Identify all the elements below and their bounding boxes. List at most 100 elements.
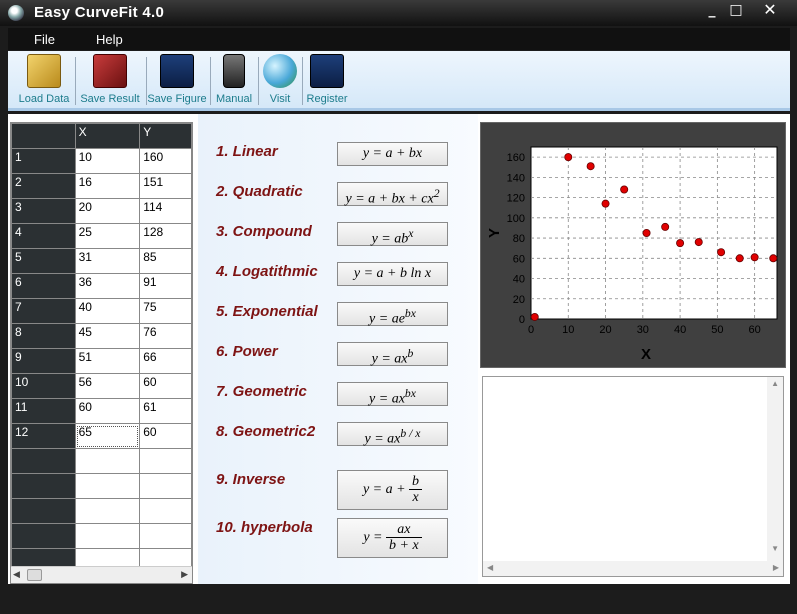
x-cell[interactable]: 20 (74, 198, 141, 224)
results-horizontal-scrollbar[interactable]: ◀ ▶ (483, 561, 783, 576)
y-cell[interactable]: 151 (139, 173, 192, 199)
formula-exponent: 2 (433, 187, 440, 200)
row-header[interactable]: 6 (11, 273, 76, 299)
formula-exponent: x (408, 227, 414, 240)
row-header[interactable]: 7 (11, 298, 76, 324)
x-cell[interactable]: 31 (74, 248, 141, 274)
row-header[interactable]: 11 (11, 398, 76, 424)
row-header[interactable] (11, 473, 76, 499)
minimize-button[interactable]: _ (700, 2, 724, 20)
compound-formula-button[interactable]: y = abx (337, 222, 448, 247)
x-cell[interactable]: 36 (74, 273, 141, 299)
linear-formula-button[interactable]: y = a + bx (337, 142, 448, 166)
table-row: 6 36 91 (11, 273, 192, 299)
row-header[interactable]: 9 (11, 348, 76, 374)
title-bar: Easy CurveFit 4.0 _ □ ✕ (0, 0, 797, 26)
row-header[interactable]: 12 (11, 423, 76, 449)
y-cell[interactable]: 160 (139, 148, 192, 174)
row-header[interactable]: 10 (11, 373, 76, 399)
row-header[interactable]: 1 (11, 148, 76, 174)
table-row: 7 40 75 (11, 298, 192, 324)
load-data-button[interactable]: Load Data (14, 54, 74, 105)
y-cell[interactable] (139, 498, 192, 524)
x-cell[interactable]: 56 (74, 373, 141, 399)
scroll-left-icon[interactable]: ◀ (487, 563, 493, 572)
model-label-power: 6. Power (216, 343, 278, 360)
y-cell[interactable] (139, 523, 192, 549)
row-header[interactable]: 8 (11, 323, 76, 349)
x-cell[interactable]: 40 (74, 298, 141, 324)
geometric2-formula-button[interactable]: y = axb / x (337, 422, 448, 447)
y-cell[interactable]: 61 (139, 398, 192, 424)
vertical-scrollbar[interactable]: ▲ ▼ (767, 377, 783, 562)
register-button[interactable]: Register (304, 54, 350, 105)
formula-text: y = ae (369, 311, 405, 327)
inverse-formula-button[interactable]: y = a + bx (337, 470, 448, 510)
formula-exponent: b (407, 347, 414, 360)
y-cell[interactable]: 60 (139, 373, 192, 399)
row-header[interactable] (11, 498, 76, 524)
x-cell[interactable]: 25 (74, 223, 141, 249)
menu-bar: File Help (8, 28, 790, 50)
app-icon[interactable] (8, 5, 24, 21)
column-header[interactable]: X (74, 123, 141, 149)
x-cell[interactable] (74, 523, 141, 549)
power-formula-button[interactable]: y = axb (337, 342, 448, 367)
column-header[interactable] (11, 123, 76, 149)
x-tick-label: 40 (674, 324, 686, 336)
x-cell[interactable] (74, 473, 141, 499)
manual-button[interactable]: Manual (212, 54, 256, 105)
save-result-button[interactable]: Save Result (78, 54, 142, 105)
x-cell[interactable]: 16 (74, 173, 141, 199)
row-header[interactable]: 4 (11, 223, 76, 249)
row-header[interactable] (11, 523, 76, 549)
geometric-formula-button[interactable]: y = axbx (337, 382, 448, 407)
y-cell[interactable] (139, 473, 192, 499)
y-cell[interactable]: 128 (139, 223, 192, 249)
scroll-left-icon[interactable]: ◀ (13, 569, 20, 580)
scroll-right-icon[interactable]: ▶ (773, 563, 779, 572)
y-cell[interactable]: 76 (139, 323, 192, 349)
row-header[interactable]: 2 (11, 173, 76, 199)
exponential-formula-button[interactable]: y = aebx (337, 302, 448, 327)
table-row: 11 60 61 (11, 398, 192, 424)
visit-button[interactable]: Visit (260, 54, 300, 105)
x-cell[interactable]: 60 (74, 398, 141, 424)
y-cell[interactable]: 66 (139, 348, 192, 374)
close-button[interactable]: ✕ (758, 2, 782, 20)
menu-help[interactable]: Help (96, 32, 123, 47)
quadratic-formula-button[interactable]: y = a + bx + cx2 (337, 182, 448, 207)
model-label-quadratic: 2. Quadratic (216, 183, 303, 200)
scroll-up-icon[interactable]: ▲ (771, 379, 779, 388)
y-cell[interactable]: 85 (139, 248, 192, 274)
hyperbola-formula-button[interactable]: y = ax b + x (337, 518, 448, 558)
x-cell[interactable]: 45 (74, 323, 141, 349)
row-header[interactable]: 3 (11, 198, 76, 224)
y-cell[interactable]: 114 (139, 198, 192, 224)
x-cell[interactable] (74, 448, 141, 474)
x-cell[interactable]: 10 (74, 148, 141, 174)
y-cell[interactable]: 60 (139, 423, 192, 449)
data-point (564, 153, 573, 162)
row-header[interactable] (11, 448, 76, 474)
row-header[interactable]: 5 (11, 248, 76, 274)
table-header-row: XY (11, 123, 192, 149)
y-cell[interactable]: 91 (139, 273, 192, 299)
maximize-button[interactable]: □ (724, 2, 748, 20)
scroll-right-icon[interactable]: ▶ (181, 569, 188, 580)
y-cell[interactable]: 75 (139, 298, 192, 324)
scroll-thumb[interactable] (27, 569, 42, 581)
fraction-numerator: ax (386, 522, 422, 539)
save-figure-button[interactable]: Save Figure (146, 54, 208, 105)
x-cell[interactable]: 65 (74, 423, 141, 449)
scroll-down-icon[interactable]: ▼ (771, 544, 779, 553)
chart-panel: 0 10 20 30 40 50 60 0 20 40 60 80 100 120 140 160 X Y (480, 122, 786, 368)
x-cell[interactable]: 51 (74, 348, 141, 374)
logarithmic-formula-button[interactable]: y = a + b ln x (337, 262, 448, 286)
model-label-linear: 1. Linear (216, 143, 278, 160)
menu-file[interactable]: File (34, 32, 55, 47)
horizontal-scrollbar[interactable]: ◀ ▶ (11, 566, 192, 583)
y-cell[interactable] (139, 448, 192, 474)
column-header[interactable]: Y (139, 123, 192, 149)
x-cell[interactable] (74, 498, 141, 524)
